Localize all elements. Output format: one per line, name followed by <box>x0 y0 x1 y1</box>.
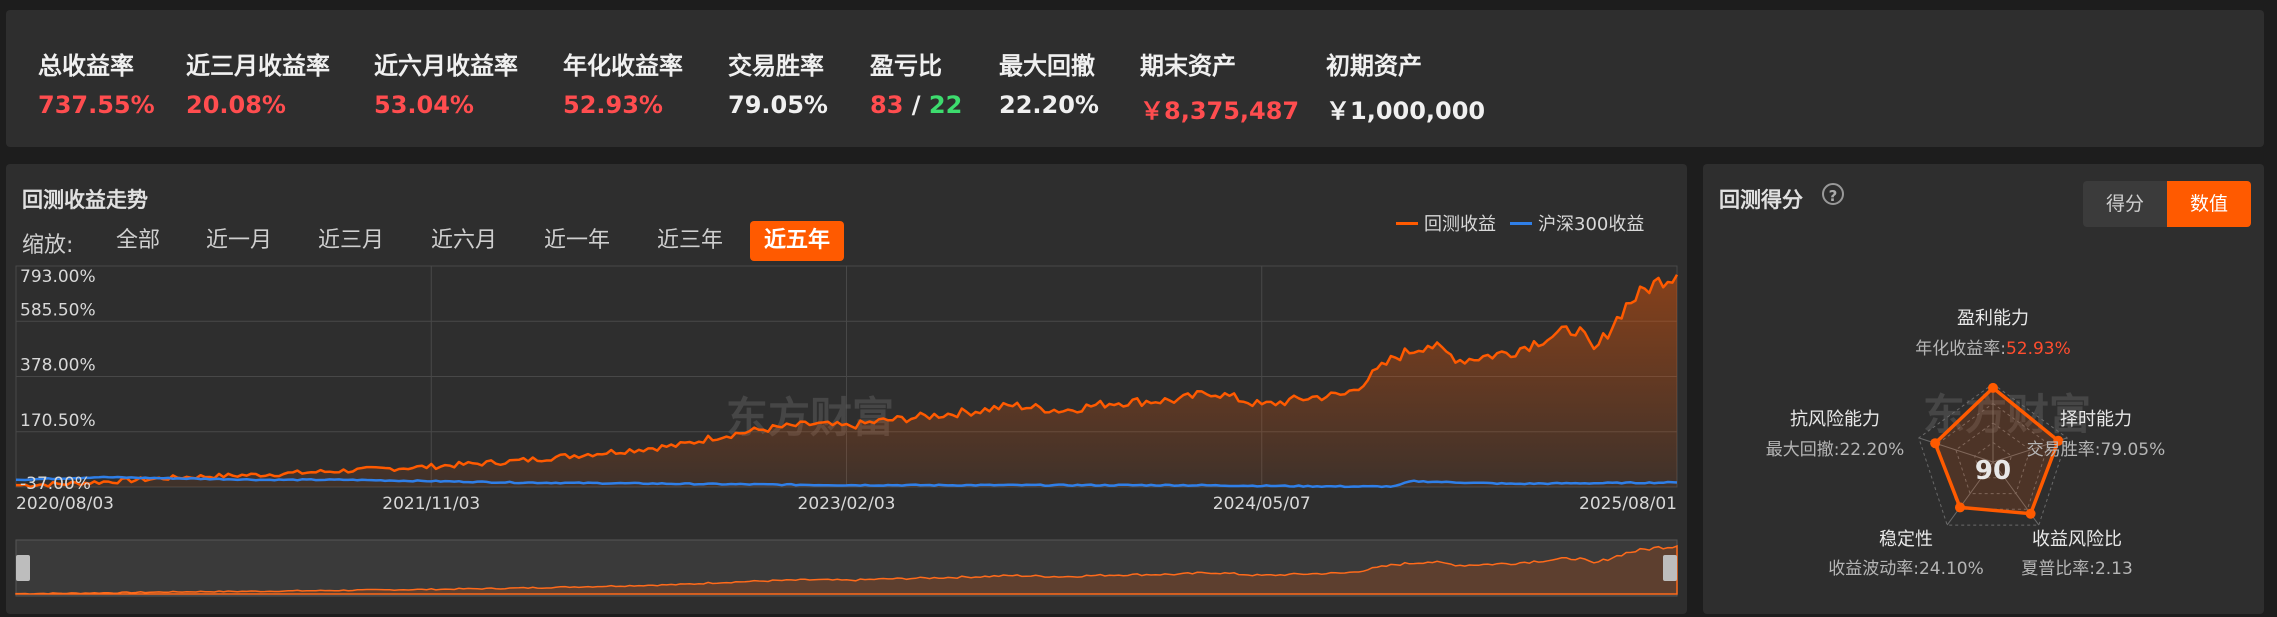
dim-metric: 夏普比率:2.13 <box>2021 559 2133 579</box>
navigator-left-handle[interactable] <box>16 555 30 581</box>
stat-value: 83 / 22 <box>870 91 962 119</box>
dim-metric: 收益波动率:24.10% <box>1828 559 1984 579</box>
radar-point <box>1954 502 1965 513</box>
backtest-chart-panel: 回测收益走势 缩放: 全部 近一月 近三月 近六月 近一年 近三年 近五年 回测… <box>6 164 1687 614</box>
stat-profit-loss-ratio: 盈亏比 83 / 22 <box>870 46 962 119</box>
stat-label: 最大回撤 <box>999 52 1095 80</box>
stat-value: ￥1,000,000 <box>1326 97 1486 125</box>
stat-final-assets: 期末资产 ￥8,375,487 <box>1140 46 1299 126</box>
dim-title: 择时能力 <box>2060 409 2132 430</box>
x-tick-label: 2025/08/01 <box>1579 494 1677 514</box>
stat-annual-return: 年化收益率 52.93% <box>563 46 683 119</box>
stat-value: 737.55% <box>38 91 155 119</box>
stat-initial-assets: 初期资产 ￥1,000,000 <box>1326 46 1485 126</box>
y-tick-label: 170.50% <box>20 411 96 431</box>
dim-risk-return: 收益风险比 夏普比率:2.13 <box>2021 529 2133 579</box>
y-axis: 793.00% 585.50% 378.00% 170.50% -37.00% <box>20 267 96 494</box>
x-axis: 2020/08/03 2021/11/03 2023/02/03 2024/05/07… <box>16 494 1677 514</box>
backtest-score-panel: 回测得分 ? 得分 数值 东方财富 90 盈利能力 年化收益率:52.93% 择… <box>1703 164 2264 614</box>
stat-label: 年化收益率 <box>563 52 683 80</box>
stat-label: 初期资产 <box>1326 52 1422 80</box>
x-tick-label: 2021/11/03 <box>382 494 480 514</box>
radar-point <box>1988 382 1998 393</box>
stat-value: 79.05% <box>728 91 828 119</box>
stat-label: 总收益率 <box>38 52 134 80</box>
loss-count: 22 <box>928 91 963 119</box>
stat-6m-return: 近六月收益率 53.04% <box>374 46 518 119</box>
radar-point <box>2025 508 2036 519</box>
dim-metric: 最大回撤:22.20% <box>1766 440 1905 460</box>
stat-value: 22.20% <box>999 91 1099 119</box>
x-tick-label: 2020/08/03 <box>16 494 114 514</box>
radar-point <box>1930 438 1941 449</box>
stat-total-return: 总收益率 737.55% <box>38 46 155 119</box>
score-radar: 东方财富 90 盈利能力 年化收益率:52.93% 择时能力 交易胜率:79.0… <box>1766 308 2166 579</box>
stat-value: 20.08% <box>186 91 286 119</box>
dim-title: 盈利能力 <box>1957 308 2029 329</box>
y-tick-label: 378.00% <box>20 356 96 376</box>
stat-win-rate: 交易胜率 79.05% <box>728 46 828 119</box>
stats-panel: 总收益率 737.55% 近三月收益率 20.08% 近六月收益率 53.04%… <box>6 10 2264 147</box>
separator: / <box>911 91 921 119</box>
dim-anti-risk: 抗风险能力 最大回撤:22.20% <box>1766 409 1905 460</box>
stat-3m-return: 近三月收益率 20.08% <box>186 46 330 119</box>
dim-metric: 年化收益率:52.93% <box>1915 339 2071 359</box>
stat-value: 52.93% <box>563 91 663 119</box>
y-tick-label: -37.00% <box>20 474 91 494</box>
dim-profit: 盈利能力 年化收益率:52.93% <box>1915 308 2071 359</box>
dim-title: 稳定性 <box>1879 529 1933 550</box>
stat-label: 交易胜率 <box>728 52 824 80</box>
x-tick-label: 2024/05/07 <box>1213 494 1311 514</box>
return-chart[interactable]: 东方财富 793.00%585.50%378.00%170.50%-37.00%… <box>6 164 1687 614</box>
y-tick-label: 793.00% <box>20 267 96 287</box>
navigator-right-handle[interactable] <box>1663 555 1677 581</box>
y-tick-label: 585.50% <box>20 300 96 320</box>
stat-label: 近三月收益率 <box>186 52 330 80</box>
score-value: 90 <box>1975 456 2011 486</box>
stat-label: 盈亏比 <box>870 52 942 80</box>
x-tick-label: 2023/02/03 <box>798 494 896 514</box>
dim-metric: 交易胜率:79.05% <box>2027 440 2166 460</box>
stat-max-drawdown: 最大回撤 22.20% <box>999 46 1099 119</box>
dim-stability: 稳定性 收益波动率:24.10% <box>1828 529 1984 579</box>
dim-title: 抗风险能力 <box>1790 409 1880 430</box>
dim-title: 收益风险比 <box>2032 529 2122 550</box>
stat-value: ￥8,375,487 <box>1140 97 1300 125</box>
win-count: 83 <box>870 91 904 119</box>
stat-value: 53.04% <box>374 91 474 119</box>
stat-label: 近六月收益率 <box>374 52 518 80</box>
stat-label: 期末资产 <box>1140 52 1236 80</box>
